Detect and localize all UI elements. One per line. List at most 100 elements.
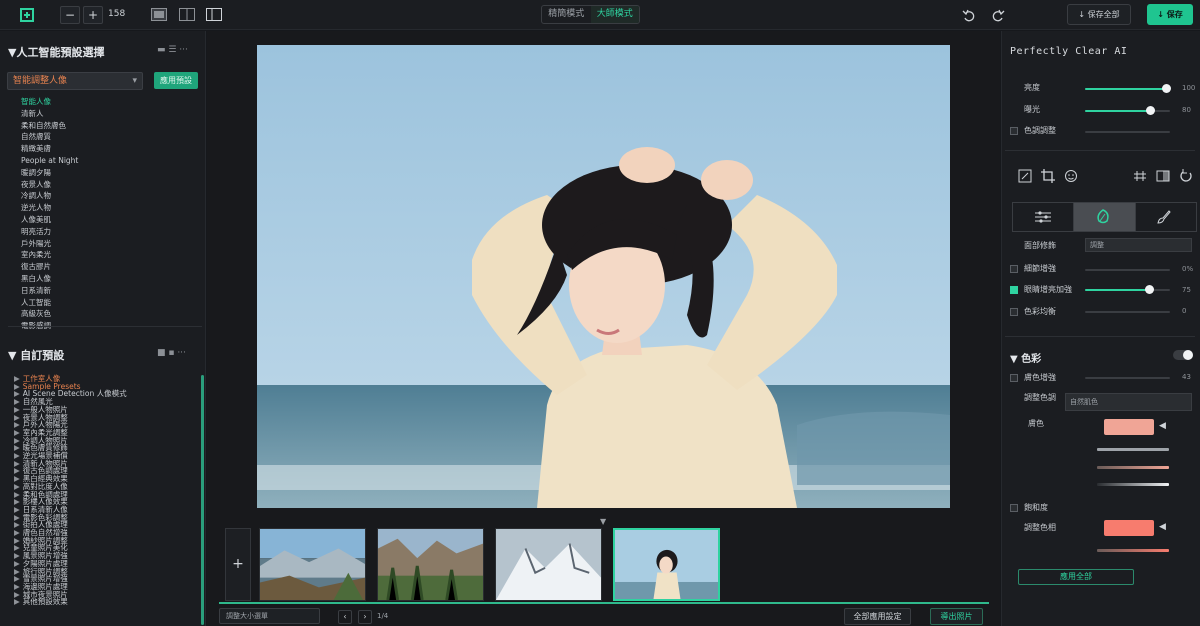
- reset-icon[interactable]: [1179, 169, 1193, 183]
- save-all-button[interactable]: ↓ 保存全部: [1067, 4, 1131, 25]
- preset-item[interactable]: 柔和自然膚色: [21, 120, 78, 132]
- detail-label: 細節增強: [1024, 264, 1056, 273]
- preset-select[interactable]: 智能調整人像 ▾: [7, 72, 143, 90]
- preset-item[interactable]: 智能人像: [21, 96, 78, 108]
- mode-simple-tab[interactable]: 精簡模式: [542, 6, 591, 23]
- eye-enhance-checkbox[interactable]: [1010, 286, 1018, 294]
- slider-fill: [1085, 88, 1166, 90]
- preset-item[interactable]: 冷調人物: [21, 190, 78, 202]
- edit-icon[interactable]: [1018, 169, 1032, 183]
- preset-item[interactable]: 明亮活力: [21, 226, 78, 238]
- preset-section-title[interactable]: ▼人工智能預設選擇: [8, 44, 104, 60]
- preset-item[interactable]: 戶外陽光: [21, 238, 78, 250]
- swatch-arrow-icon[interactable]: ◀: [1159, 522, 1166, 532]
- undo-icon[interactable]: [962, 8, 976, 22]
- flip-icon[interactable]: [1133, 169, 1147, 183]
- preset-item[interactable]: 逆光人物: [21, 202, 78, 214]
- view-toggle-icons[interactable]: ■ ▪ ···: [157, 348, 186, 358]
- color-section-title[interactable]: ▼ 色彩: [1010, 350, 1041, 365]
- prev-page-button[interactable]: ‹: [338, 610, 352, 624]
- preset-select-value: 智能調整人像: [13, 76, 68, 86]
- color-balance-value: 0: [1182, 307, 1187, 315]
- tone-checkbox[interactable]: [1010, 127, 1018, 135]
- face-icon[interactable]: [1064, 169, 1078, 183]
- tab-sliders[interactable]: [1013, 203, 1075, 231]
- face-retouch-select[interactable]: 調整: [1085, 238, 1192, 252]
- tree-item[interactable]: ▶ 其他預設效果: [14, 598, 127, 606]
- expand-icon[interactable]: ▶: [14, 597, 20, 606]
- preset-item[interactable]: 人工智能: [21, 297, 78, 309]
- scrollbar[interactable]: [201, 375, 204, 625]
- size-select[interactable]: 調整大小選單: [219, 608, 320, 624]
- preset-item[interactable]: 夜景人像: [21, 179, 78, 191]
- zoom-in-button[interactable]: +: [83, 6, 103, 24]
- tab-retouch[interactable]: [1136, 203, 1196, 231]
- slider-knob[interactable]: [1144, 285, 1154, 294]
- thumbnail-mountain-lake[interactable]: [259, 528, 366, 601]
- preset-item[interactable]: 自然膚質: [21, 131, 78, 143]
- preset-item[interactable]: 日系清新: [21, 285, 78, 297]
- lightness-gradient[interactable]: [1097, 483, 1169, 486]
- compare-view-icon[interactable]: [179, 8, 195, 21]
- skin-enhance-checkbox[interactable]: [1010, 374, 1018, 382]
- brightness-slider[interactable]: [1085, 84, 1171, 93]
- next-page-button[interactable]: ›: [358, 610, 372, 624]
- view-toggle-icons[interactable]: ▬ ☰ ···: [157, 45, 188, 55]
- hue-gradient[interactable]: [1097, 448, 1169, 451]
- preset-item[interactable]: 室內柔光: [21, 249, 78, 261]
- color-toggle[interactable]: [1173, 350, 1193, 360]
- mode-master-tab[interactable]: 大師模式: [590, 6, 639, 23]
- preset-list: 智能人像 清新人 柔和自然膚色 自然膚質 精緻美膚 People at Night 暖調夕陽…: [21, 96, 78, 332]
- zoom-out-button[interactable]: −: [60, 6, 80, 24]
- eye-enhance-slider[interactable]: [1085, 285, 1170, 294]
- split-view-icon[interactable]: [206, 8, 222, 21]
- apply-all-settings-button[interactable]: 全部應用設定: [844, 608, 911, 625]
- preset-item[interactable]: 復古膠片: [21, 261, 78, 273]
- detail-value: 0%: [1182, 265, 1194, 273]
- panel-title: Perfectly Clear AI: [1010, 46, 1128, 57]
- saturation-gradient[interactable]: [1097, 466, 1169, 469]
- custom-preset-title[interactable]: ▼ 自訂預設: [8, 347, 64, 363]
- color-balance-checkbox[interactable]: [1010, 308, 1018, 316]
- apply-all-button[interactable]: 應用全部: [1018, 569, 1134, 585]
- divider: [1005, 336, 1195, 337]
- zoom-value: 158: [108, 9, 126, 19]
- hue-saturation-gradient[interactable]: [1097, 549, 1169, 552]
- preset-item[interactable]: 暖調夕陽: [21, 167, 78, 179]
- skin-enhance-slider[interactable]: [1085, 377, 1170, 379]
- preset-item[interactable]: People at Night: [21, 155, 78, 167]
- preset-item[interactable]: 精緻美膚: [21, 143, 78, 155]
- slider-knob[interactable]: [1161, 84, 1171, 93]
- detail-checkbox[interactable]: [1010, 265, 1018, 273]
- thumbnail-portrait[interactable]: [613, 528, 720, 601]
- tab-ai-enhance[interactable]: [1074, 203, 1136, 231]
- apply-preset-button[interactable]: 應用預設: [154, 72, 198, 89]
- saturation-checkbox[interactable]: [1010, 504, 1018, 512]
- preset-item[interactable]: 清新人: [21, 108, 78, 120]
- main-photo[interactable]: [257, 45, 950, 508]
- tone-select[interactable]: 自然肌色: [1065, 393, 1192, 411]
- hue-color-swatch[interactable]: [1104, 520, 1154, 536]
- add-photo-button[interactable]: +: [225, 528, 251, 601]
- skin-color-swatch[interactable]: [1104, 419, 1154, 435]
- compare-icon[interactable]: [1156, 169, 1170, 183]
- exposure-label: 曝光: [1024, 105, 1040, 114]
- crop-icon[interactable]: [1041, 169, 1055, 183]
- filmstrip-toggle-icon[interactable]: ▼: [600, 517, 606, 526]
- color-balance-slider[interactable]: [1085, 311, 1170, 313]
- redo-icon[interactable]: [991, 8, 1005, 22]
- slider-knob[interactable]: [1145, 106, 1155, 115]
- thumbnail-snow-mountain[interactable]: [495, 528, 602, 601]
- save-button[interactable]: ↓ 保存: [1147, 4, 1193, 25]
- thumbnail-cliffs[interactable]: [377, 528, 484, 601]
- preset-item[interactable]: 人像美肌: [21, 214, 78, 226]
- single-view-icon[interactable]: [151, 8, 167, 21]
- exposure-slider[interactable]: [1085, 106, 1170, 115]
- preset-item[interactable]: 黑白人像: [21, 273, 78, 285]
- preset-item[interactable]: 高級灰色: [21, 308, 78, 320]
- export-button[interactable]: 導出照片: [930, 608, 983, 625]
- detail-slider[interactable]: [1085, 269, 1170, 271]
- tone-slider[interactable]: [1085, 131, 1170, 133]
- tone-label: 色調調整: [1024, 126, 1056, 135]
- swatch-arrow-icon[interactable]: ◀: [1159, 421, 1166, 431]
